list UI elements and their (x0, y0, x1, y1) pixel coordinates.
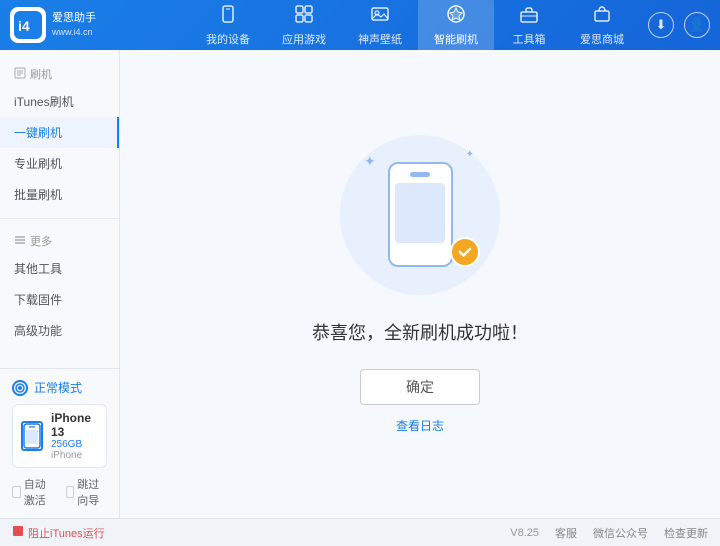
download-btn[interactable]: ⬇ (648, 12, 674, 38)
device-name: iPhone 13 (51, 411, 98, 439)
sidebar-item-pro-flash[interactable]: 专业刷机 (0, 148, 119, 179)
user-btn[interactable]: 👤 (684, 12, 710, 38)
svg-text:i4: i4 (18, 18, 30, 34)
view-log-link[interactable]: 查看日志 (396, 417, 444, 434)
footer-right: V8.25 客服 微信公众号 检查更新 (510, 525, 708, 541)
smart-flash-icon (446, 4, 466, 29)
star-tr-icon: ✦ (466, 149, 474, 160)
sidebar-section-flash-title: 刷机 (0, 60, 119, 86)
wallpaper-icon (370, 4, 390, 29)
main-layout: 刷机 iTunes刷机 一键刷机 专业刷机 批量刷机 更多 其他工具 下载固件 … (0, 50, 720, 518)
auto-activate-label: 自动激活 (24, 476, 54, 508)
version-text: V8.25 (510, 527, 539, 539)
phone-notch (410, 172, 430, 177)
tab-my-device[interactable]: 我的设备 (190, 0, 266, 53)
device-storage: 256GB (51, 439, 98, 450)
content-main: ✦ ✦ 恭喜您，全新刷机成功啦！ 确定 查看日志 (120, 50, 720, 518)
sidebar-item-itunes-flash[interactable]: iTunes刷机 (0, 86, 119, 117)
success-title: 恭喜您，全新刷机成功啦！ (312, 319, 528, 345)
device-phone-icon (21, 421, 43, 451)
phone-screen (395, 183, 445, 243)
checkbox-row: 自动激活 跳过向导 (12, 476, 107, 508)
sidebar-item-other-tools[interactable]: 其他工具 (0, 253, 119, 284)
sidebar-top: 刷机 iTunes刷机 一键刷机 专业刷机 批量刷机 更多 其他工具 下载固件 … (0, 50, 119, 368)
logo-area: i4 爱思助手 www.i4.cn (10, 7, 120, 43)
sidebar-divider (0, 218, 119, 219)
logo-text: 爱思助手 www.i4.cn (52, 11, 96, 39)
tab-store[interactable]: 爱思商城 (564, 0, 640, 53)
mode-icon (12, 380, 28, 396)
device-info: iPhone 13 256GB iPhone (51, 411, 98, 461)
sidebar-item-download-fw[interactable]: 下载固件 (0, 284, 119, 315)
toolbox-icon (519, 4, 539, 29)
app-logo: i4 (10, 7, 46, 43)
skip-guide-box[interactable] (66, 486, 75, 498)
more-section-icon (14, 234, 26, 249)
success-illustration: ✦ ✦ (340, 135, 500, 295)
nav-tabs: 我的设备 应用游戏 神声壁纸 (120, 0, 710, 53)
sidebar: 刷机 iTunes刷机 一键刷机 专业刷机 批量刷机 更多 其他工具 下载固件 … (0, 50, 120, 518)
sidebar-section-more-title: 更多 (0, 227, 119, 253)
app-footer: 阻止iTunes运行 V8.25 客服 微信公众号 检查更新 (0, 518, 720, 546)
sidebar-bottom: 正常模式 iPhone 13 256GB iPhone (0, 368, 119, 518)
sidebar-item-one-key-flash[interactable]: 一键刷机 (0, 117, 119, 148)
success-badge (450, 237, 480, 267)
stop-icon (12, 525, 24, 540)
content-area: ✦ ✦ 恭喜您，全新刷机成功啦！ 确定 查看日志 (120, 50, 720, 518)
auto-activate-box[interactable] (12, 486, 21, 498)
skip-guide-checkbox[interactable]: 跳过向导 (66, 476, 108, 508)
app-header: i4 爱思助手 www.i4.cn 我的设备 (0, 0, 720, 50)
tab-apps-games[interactable]: 应用游戏 (266, 0, 342, 53)
tab-toolbox[interactable]: 工具箱 (494, 0, 564, 53)
confirm-button[interactable]: 确定 (360, 369, 480, 405)
apps-games-icon (294, 4, 314, 29)
section-icon (14, 67, 26, 82)
skip-guide-label: 跳过向导 (77, 476, 107, 508)
sidebar-item-advanced[interactable]: 高级功能 (0, 315, 119, 346)
phone-shape (388, 162, 453, 267)
store-icon (592, 4, 612, 29)
device-type: iPhone (51, 450, 98, 461)
my-device-icon (218, 4, 238, 29)
support-link[interactable]: 客服 (555, 525, 577, 541)
tab-smart-flash[interactable]: 智能刷机 (418, 0, 494, 53)
wechat-link[interactable]: 微信公众号 (593, 525, 648, 541)
tab-wallpaper[interactable]: 神声壁纸 (342, 0, 418, 53)
device-mode-row: 正常模式 (12, 379, 107, 396)
star-tl-icon: ✦ (364, 153, 376, 170)
block-itunes-btn[interactable]: 阻止iTunes运行 (12, 525, 105, 541)
mode-label: 正常模式 (34, 379, 82, 396)
sidebar-item-batch-flash[interactable]: 批量刷机 (0, 179, 119, 210)
check-update-link[interactable]: 检查更新 (664, 525, 708, 541)
header-right-controls: ⬇ 👤 (648, 0, 710, 50)
auto-activate-checkbox[interactable]: 自动激活 (12, 476, 54, 508)
device-card: iPhone 13 256GB iPhone (12, 404, 107, 468)
